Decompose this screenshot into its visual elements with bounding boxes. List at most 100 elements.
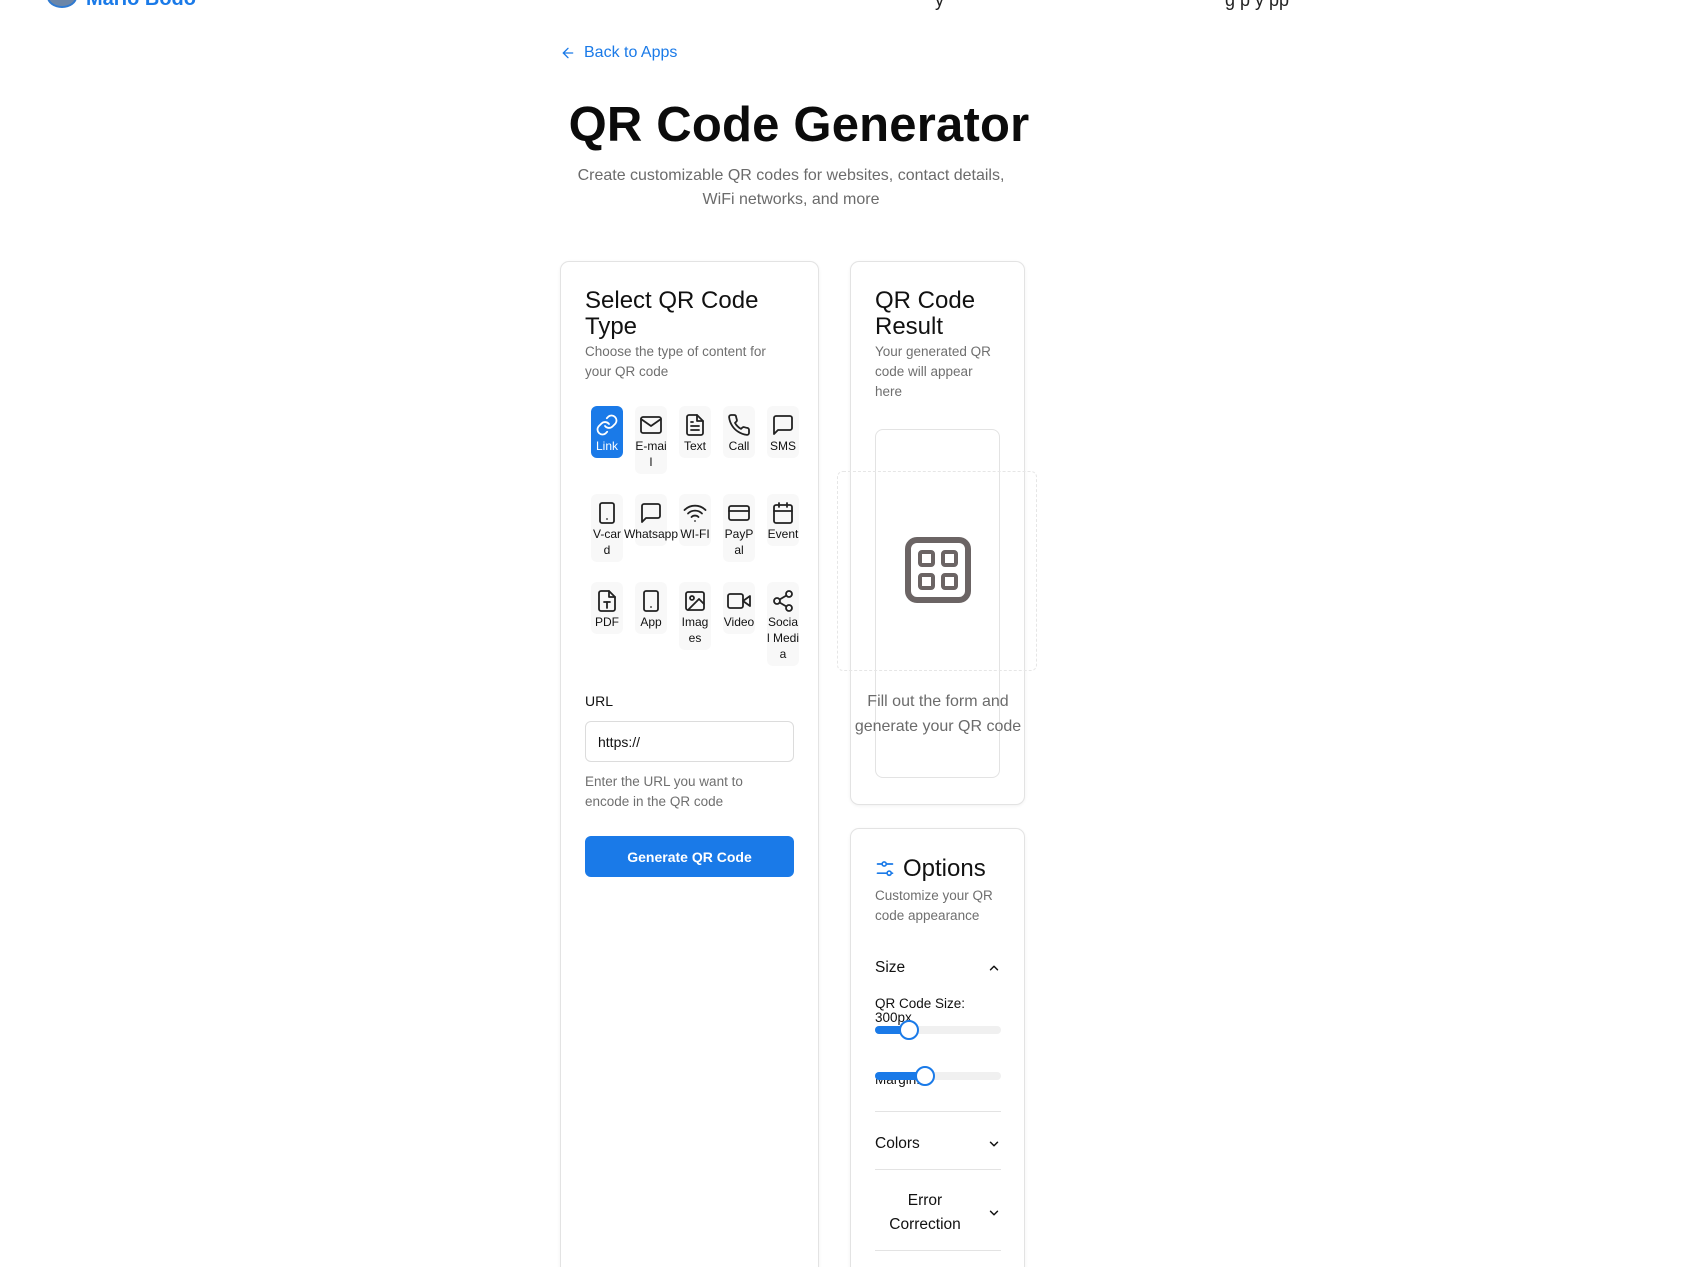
- page-title: QR Code Generator: [568, 98, 1030, 152]
- qr-type-cell: E-mail: [629, 406, 673, 494]
- qr-code-icon: [905, 537, 971, 603]
- back-to-apps-link[interactable]: Back to Apps: [560, 44, 677, 62]
- qr-type-event-button[interactable]: Event: [767, 494, 799, 546]
- calendar-icon: [773, 502, 793, 524]
- qr-type-label: Whatsapp: [623, 527, 679, 541]
- page-subtitle: Create customizable QR codes for website…: [577, 167, 1005, 208]
- qr-type-label: Link: [595, 439, 618, 453]
- smartphone-icon: [599, 502, 615, 524]
- qr-type-label: WI-FI: [680, 527, 710, 541]
- type-card-title: Select QR Code Type: [585, 287, 759, 340]
- qr-type-images-button[interactable]: Images: [679, 582, 711, 650]
- chevron-down-icon: [989, 1210, 999, 1216]
- qr-size-slider[interactable]: [875, 1020, 1001, 1040]
- qr-type-label: Text: [683, 439, 706, 453]
- error-correction-section-toggle[interactable]: Error Correction: [875, 1189, 1001, 1237]
- qr-type-label: Video: [723, 615, 755, 629]
- colors-section-toggle[interactable]: Colors: [875, 1135, 1001, 1153]
- arrow-left-icon: [562, 47, 574, 59]
- qr-type-label: PayPal: [724, 527, 754, 557]
- qr-type-e-mail-button[interactable]: E-mail: [635, 406, 667, 474]
- wifi-icon: [683, 504, 707, 522]
- credit-card-icon: [728, 505, 750, 521]
- options-description: Customize your QR code appearance: [875, 888, 993, 923]
- message-icon: [773, 415, 793, 435]
- qr-type-v-card-button[interactable]: V-card: [591, 494, 623, 562]
- divider: [875, 1250, 1001, 1251]
- qr-type-cell: V-card: [585, 494, 629, 582]
- qr-result-card: QR Code Result Your generated QR code wi…: [837, 261, 1037, 805]
- size-section-toggle[interactable]: Size: [875, 959, 1001, 977]
- qr-type-cell: Social Media: [761, 582, 805, 670]
- slider-thumb[interactable]: [915, 1066, 935, 1086]
- qr-type-grid: Link E-mail Text Call SMS V-card Whatsapp WI-FI…: [585, 406, 799, 670]
- qr-type-label: SMS: [769, 439, 796, 453]
- options-title: Options: [903, 855, 986, 882]
- phone-icon: [728, 414, 750, 436]
- qr-size-label: QR Code Size: 300px: [875, 996, 966, 1025]
- qr-type-cell: WI-FI: [673, 494, 717, 582]
- pdf-icon: [598, 590, 616, 612]
- slider-thumb[interactable]: [899, 1020, 919, 1040]
- qr-type-card: Select QR Code Type Choose the type of c…: [560, 261, 819, 1267]
- qr-type-video-button[interactable]: Video: [723, 582, 755, 634]
- qr-type-sms-button[interactable]: SMS: [767, 406, 799, 458]
- result-card-description: Your generated QR code will appear here: [875, 344, 991, 399]
- result-hint-text: Fill out the form and generate your QR c…: [854, 693, 1022, 735]
- video-icon: [727, 593, 751, 609]
- options-card: Options Customize your QR code appearanc…: [850, 828, 1025, 1267]
- margin-slider[interactable]: [875, 1066, 1001, 1086]
- qr-type-pdf-button[interactable]: PDF: [591, 582, 623, 634]
- top-navbar: Mario Bodo y g p y pp: [0, 0, 1699, 10]
- type-card-description: Choose the type of content for your QR c…: [585, 344, 766, 379]
- qr-type-cell: Whatsapp: [624, 494, 678, 582]
- qr-type-label: PDF: [595, 615, 619, 629]
- avatar[interactable]: [47, 0, 77, 8]
- url-help-text: Enter the URL you want to encode in the …: [585, 774, 743, 809]
- nav-item[interactable]: g p y pp: [1225, 0, 1289, 11]
- qr-type-social-media-button[interactable]: Social Media: [767, 582, 799, 666]
- qr-type-label: Social Media: [767, 615, 800, 661]
- url-field-label: URL: [585, 693, 614, 709]
- sliders-icon: [876, 861, 894, 877]
- qr-type-label: E-mail: [635, 439, 667, 469]
- qr-type-cell: Video: [717, 582, 761, 670]
- qr-type-label: V-card: [592, 527, 621, 557]
- qr-type-text-button[interactable]: Text: [679, 406, 711, 458]
- qr-type-wi-fi-button[interactable]: WI-FI: [679, 494, 711, 546]
- qr-type-app-button[interactable]: App: [635, 582, 667, 634]
- divider: [875, 1169, 1001, 1170]
- qr-type-label: Event: [767, 527, 799, 541]
- qr-type-cell: Images: [673, 582, 717, 670]
- divider: [875, 1111, 1001, 1112]
- qr-type-cell: PayPal: [717, 494, 761, 582]
- colors-section-label: Colors: [875, 1135, 920, 1152]
- options-header: Options: [875, 855, 986, 883]
- share-icon: [773, 590, 793, 612]
- qr-type-label: Call: [728, 439, 750, 453]
- app-icon: [643, 590, 659, 612]
- nav-item[interactable]: y: [935, 0, 944, 11]
- file-text-icon: [686, 414, 704, 436]
- qr-type-paypal-button[interactable]: PayPal: [723, 494, 755, 562]
- qr-type-call-button[interactable]: Call: [723, 406, 755, 458]
- result-card-title: QR Code Result: [875, 287, 976, 340]
- chat-icon: [641, 503, 661, 523]
- mail-icon: [640, 416, 662, 434]
- qr-type-cell: PDF: [585, 582, 629, 670]
- image-icon: [685, 591, 705, 611]
- qr-type-cell: App: [629, 582, 673, 670]
- qr-type-cell: Text: [673, 406, 717, 494]
- generate-qr-button[interactable]: Generate QR Code: [585, 836, 794, 877]
- qr-type-cell: SMS: [761, 406, 805, 494]
- qr-type-label: Images: [681, 615, 709, 645]
- qr-type-label: App: [640, 615, 662, 629]
- link-icon: [596, 414, 618, 436]
- qr-type-link-button[interactable]: Link: [591, 406, 623, 458]
- chevron-up-icon: [989, 965, 999, 971]
- brand-name[interactable]: Mario Bodo: [86, 0, 196, 11]
- error-correction-label: Error Correction: [889, 1192, 961, 1233]
- url-input[interactable]: [585, 721, 794, 762]
- qr-type-cell: Event: [761, 494, 805, 582]
- qr-type-whatsapp-button[interactable]: Whatsapp: [624, 494, 678, 546]
